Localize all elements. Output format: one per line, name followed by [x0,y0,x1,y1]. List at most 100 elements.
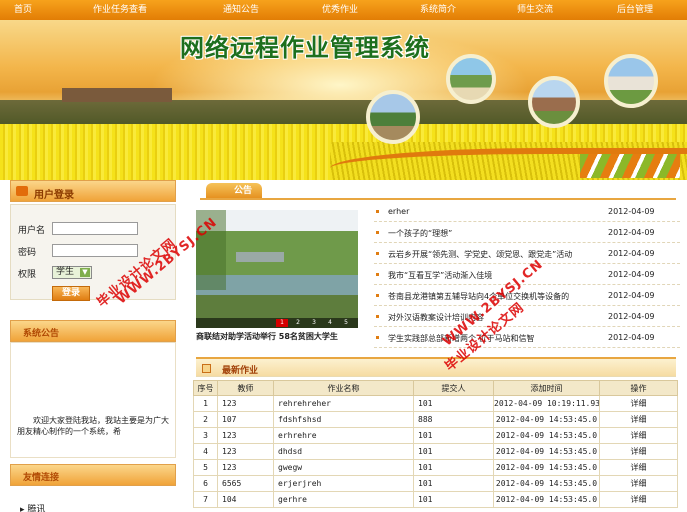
link-label[interactable]: 腾讯 [27,505,45,512]
banner-photo-circle [528,76,580,128]
cell-action[interactable]: 详细 [599,427,678,444]
news-date: 2012-04-09 [608,291,655,300]
username-input[interactable] [52,222,138,235]
login-panel-header: 用户登录 [10,180,176,202]
banner-house [62,88,172,102]
photo-pager-3[interactable]: 3 [308,319,320,327]
password-label: 密码 [18,248,37,258]
bullet-icon [376,231,379,234]
cell-teacher: 123 [217,395,274,412]
cell-teacher: 104 [217,491,274,508]
cell-submitter: 101 [413,491,494,508]
news-tab-underline [200,198,676,200]
works-table: 序号 教师 作业名称 提交人 添加时间 操作 1 123 rehrehreher 10… [193,380,678,508]
cell-action[interactable]: 详细 [599,491,678,508]
link-item[interactable]: ▸ 腾讯 [20,502,45,512]
cell-no: 7 [193,491,218,508]
news-tab[interactable]: 公告 [206,183,262,199]
table-row: 6 6565 erjerjreh 101 2012-04-09 14:53:45.0 详细 [193,475,678,492]
nav-excellent-work[interactable]: 优秀作业 [322,0,358,20]
bullet-icon [376,273,379,276]
notice-heading: 系统公告 [23,329,60,339]
table-row: 7 104 gerhre 101 2012-04-09 14:53:45.0 详细 [193,491,678,508]
cell-name: erjerjreh [273,475,414,492]
links-panel-header: 友情连接 [10,464,176,486]
cell-teacher: 123 [217,443,274,460]
col-time: 添加时间 [493,380,600,396]
news-item[interactable]: 云岩乡开展“领先测、学党史、颂党恩、跟党走”活动 2012-04-09 [374,246,680,264]
cell-time: 2012-04-09 14:53:45.0 [493,427,600,444]
nav-admin[interactable]: 后台管理 [617,0,653,20]
photo-pager-4[interactable]: 4 [324,319,336,327]
table-row: 5 123 gwegw 101 2012-04-09 14:53:45.0 详细 [193,459,678,476]
password-input[interactable] [52,244,138,257]
top-nav: 首页 作业任务查看 通知公告 优秀作业 系统简介 师生交流 后台管理 [0,0,687,20]
photo-pager-1[interactable]: 1 [276,319,288,327]
cell-time: 2012-04-09 14:53:45.0 [493,491,600,508]
col-no: 序号 [193,380,218,396]
news-item[interactable]: erher 2012-04-09 [374,204,680,222]
col-action: 操作 [599,380,678,396]
cell-time: 2012-04-09 14:53:45.0 [493,475,600,492]
news-title[interactable]: 我市“互看互学”活动渐入佳境 [388,270,608,281]
nav-exchange[interactable]: 师生交流 [517,0,553,20]
news-title[interactable]: erher [388,207,608,216]
news-date: 2012-04-09 [608,270,655,279]
news-photo[interactable] [196,210,358,328]
works-heading: 最新作业 [222,366,259,376]
news-item[interactable]: 学生实践部总部新增两个 位于马站和信智 2012-04-09 [374,330,680,348]
news-item[interactable]: 一个孩子的“理想” 2012-04-09 [374,225,680,243]
nav-about[interactable]: 系统简介 [420,0,456,20]
role-select-value: 学生 [56,267,75,277]
table-row: 2 107 fdshfshsd 888 2012-04-09 14:53:45.0 详细 [193,411,678,428]
news-date: 2012-04-09 [608,228,655,237]
col-teacher: 教师 [217,380,274,396]
cell-submitter: 101 [413,443,494,460]
cell-no: 1 [193,395,218,412]
chevron-down-icon: ▼ [80,268,90,277]
cell-no: 4 [193,443,218,460]
username-label: 用户名 [18,226,46,236]
role-label: 权限 [18,270,37,280]
news-date: 2012-04-09 [608,249,655,258]
bullet-icon [376,294,379,297]
news-date: 2012-04-09 [608,312,655,321]
cell-name: erhrehre [273,427,414,444]
news-title[interactable]: 云岩乡开展“领先测、学党史、颂党恩、跟党走”活动 [388,249,608,260]
cell-no: 2 [193,411,218,428]
links-heading: 友情连接 [23,473,60,483]
photo-pager-2[interactable]: 2 [292,319,304,327]
cell-teacher: 123 [217,459,274,476]
banner-photo-circle [604,54,658,108]
photo-pager-5[interactable]: 5 [340,319,352,327]
table-header-row: 序号 教师 作业名称 提交人 添加时间 操作 [193,380,678,396]
cell-time: 2012-04-09 14:53:45.0 [493,459,600,476]
news-date: 2012-04-09 [608,333,655,342]
cell-submitter: 101 [413,459,494,476]
cell-name: rehrehreher [273,395,414,412]
cell-submitter: 101 [413,427,494,444]
bullet-icon [376,252,379,255]
photo-caption[interactable]: 商联结对助学活动举行 58名贫困大学生 [196,331,366,342]
login-heading: 用户登录 [34,190,74,201]
cell-action[interactable]: 详细 [599,459,678,476]
cell-submitter: 101 [413,395,494,412]
notice-panel: 欢迎大家登陆我站，我站主要是为广大朋友精心制作的一个系统，希 [10,342,176,458]
cell-action[interactable]: 详细 [599,443,678,460]
cell-submitter: 101 [413,475,494,492]
nav-notices[interactable]: 通知公告 [223,0,259,20]
table-row: 1 123 rehrehreher 101 2012-04-09 10:19:11.93… [193,395,678,412]
cell-action[interactable]: 详细 [599,411,678,428]
news-date: 2012-04-09 [608,207,655,216]
cell-action[interactable]: 详细 [599,395,678,412]
table-row: 3 123 erhrehre 101 2012-04-09 14:53:45.0 详细 [193,427,678,444]
news-item[interactable]: 苍南县龙港镇第五辅导站向4个单位交换机等设备的 2012-04-09 [374,288,680,306]
section-icon [202,364,211,373]
nav-home[interactable]: 首页 [14,0,32,20]
nav-assignments[interactable]: 作业任务查看 [93,0,147,20]
role-select[interactable]: 学生 ▼ [52,266,92,279]
login-button[interactable]: 登录 [52,286,90,301]
news-title[interactable]: 一个孩子的“理想” [388,228,608,239]
cell-time: 2012-04-09 14:53:45.0 [493,411,600,428]
cell-action[interactable]: 详细 [599,475,678,492]
